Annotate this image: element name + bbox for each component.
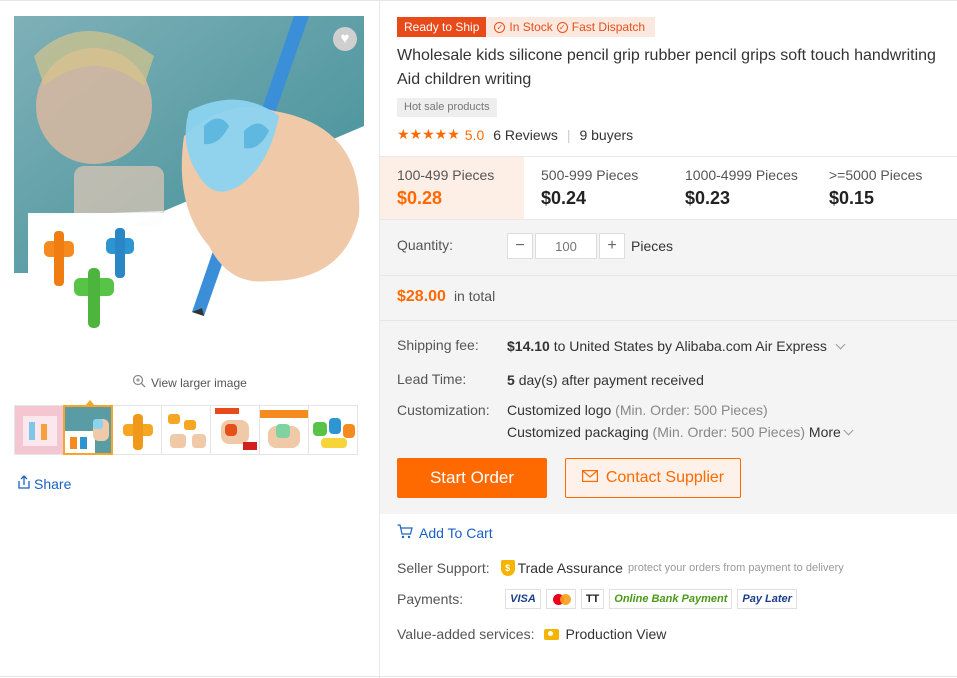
chevron-down-icon: [835, 339, 846, 350]
value-added-services-label: Value-added services:: [397, 626, 535, 642]
lead-time-days: 5: [507, 372, 515, 388]
reviews-link[interactable]: 6 Reviews: [493, 127, 558, 143]
share-icon: [16, 474, 32, 493]
mastercard-logo: [545, 589, 576, 609]
share-label: Share: [34, 475, 72, 492]
ready-to-ship-badge: Ready to Ship: [397, 17, 487, 37]
rating-row: ★★★★★ 5.0 6 Reviews | 9 buyers: [397, 126, 633, 143]
increase-quantity-button[interactable]: +: [599, 233, 625, 259]
main-product-image[interactable]: [14, 16, 364, 366]
rating-score: 5.0: [464, 126, 485, 143]
total-amount: $28.00: [397, 288, 446, 305]
production-view-eye-icon: [544, 628, 560, 640]
envelope-icon: [581, 469, 598, 487]
divider: [380, 275, 957, 276]
shipping-fee-label: Shipping fee:: [397, 337, 479, 353]
pay-later-logo: Pay Later: [737, 589, 797, 609]
thumbnail-4[interactable]: [161, 405, 211, 455]
seller-support-row: Seller Support: $ Trade Assurance protec…: [397, 560, 844, 576]
shipping-fee-amount: $14.10: [507, 338, 550, 354]
price-tier-3: 1000-4999 Pieces $0.23: [668, 157, 812, 219]
thumbnail-5[interactable]: [210, 405, 260, 455]
check-circle-icon: ✓: [556, 21, 568, 33]
favorite-heart-icon[interactable]: ♥: [333, 27, 357, 51]
thumbnail-2[interactable]: [63, 405, 113, 455]
online-bank-payment-logo: Online Bank Payment: [609, 589, 733, 609]
seller-support-label: Seller Support:: [397, 560, 490, 576]
decrease-quantity-button[interactable]: −: [507, 233, 533, 259]
more-label: More: [808, 424, 841, 440]
thumbnail-7[interactable]: [308, 405, 358, 455]
share-link[interactable]: Share: [16, 474, 71, 493]
buyers-count: 9 buyers: [579, 126, 634, 143]
visa-logo: VISA: [505, 589, 541, 609]
trade-assurance-label[interactable]: Trade Assurance: [518, 560, 623, 576]
trade-assurance-shield-icon: $: [500, 560, 515, 576]
divider: |: [566, 126, 571, 143]
contact-supplier-label: Contact Supplier: [605, 469, 725, 486]
tier-quantity: >=5000 Pieces: [829, 167, 923, 183]
product-badges: Ready to Ship ✓ In Stock ✓ Fast Dispatch: [397, 17, 656, 37]
view-larger-image-link[interactable]: View larger image: [132, 374, 247, 391]
start-order-button[interactable]: Start Order: [397, 458, 547, 498]
tier-price: $0.24: [541, 188, 587, 208]
more-link[interactable]: More: [808, 424, 854, 440]
tt-logo: TT: [580, 589, 605, 609]
value-added-services-row: Value-added services: Production View: [397, 626, 666, 642]
shipping-fee-value[interactable]: $14.10 to United States by Alibaba.com A…: [507, 338, 846, 354]
check-circle-icon: ✓: [494, 21, 506, 33]
lead-time-label: Lead Time:: [397, 371, 467, 387]
custom-logo-min-order: (Min. Order: 500 Pieces): [615, 402, 768, 418]
tier-price: $0.15: [829, 188, 875, 208]
price-tiers: 100-499 Pieces $0.28 500-999 Pieces $0.2…: [380, 156, 957, 220]
tier-quantity: 500-999 Pieces: [541, 167, 639, 183]
custom-logo-text: Customized logo: [507, 402, 612, 418]
trade-assurance-description: protect your orders from payment to deli…: [627, 562, 844, 574]
price-tier-2: 500-999 Pieces $0.24: [524, 157, 668, 219]
customization-packaging: Customized packaging (Min. Order: 500 Pi…: [507, 424, 854, 440]
tier-price: $0.28: [397, 188, 443, 208]
tier-price: $0.23: [685, 188, 731, 208]
fast-dispatch-label: Fast Dispatch: [571, 20, 646, 34]
customization-logo: Customized logo (Min. Order: 500 Pieces): [507, 402, 768, 418]
hot-sale-tag[interactable]: Hot sale products: [397, 98, 497, 117]
view-larger-label: View larger image: [151, 375, 247, 390]
payments-label: Payments:: [397, 591, 464, 607]
thumbnail-strip: [14, 405, 362, 457]
contact-supplier-button[interactable]: Contact Supplier: [565, 458, 741, 498]
payments-row: Payments: VISA TT Online Bank Payment Pa…: [397, 589, 802, 609]
lead-time-detail: day(s) after payment received: [518, 372, 704, 388]
order-total: $28.00 in total: [397, 288, 495, 306]
tier-quantity: 1000-4999 Pieces: [685, 167, 798, 183]
thumbnail-6[interactable]: [259, 405, 309, 455]
price-tier-1: 100-499 Pieces $0.28: [380, 157, 524, 219]
stock-dispatch-badge: ✓ In Stock ✓ Fast Dispatch: [486, 17, 656, 37]
zoom-icon: [132, 374, 146, 391]
quantity-label: Quantity:: [397, 237, 454, 253]
lead-time-value: 5 day(s) after payment received: [507, 372, 704, 388]
cart-icon: [397, 524, 413, 542]
shipping-fee-detail: to United States by Alibaba.com Air Expr…: [553, 338, 827, 354]
in-stock-label: In Stock: [509, 20, 553, 34]
price-tier-4: >=5000 Pieces $0.15: [812, 157, 956, 219]
total-label: in total: [453, 288, 496, 304]
tier-quantity: 100-499 Pieces: [397, 167, 495, 183]
thumbnail-3[interactable]: [112, 405, 162, 455]
thumbnail-1[interactable]: [14, 405, 64, 455]
star-rating-icons: ★★★★★: [397, 126, 460, 142]
chevron-down-icon: [843, 425, 854, 436]
add-to-cart-label: Add To Cart: [419, 525, 493, 541]
quantity-input[interactable]: [535, 233, 597, 259]
customization-label: Customization:: [397, 402, 490, 418]
production-view-link[interactable]: Production View: [565, 626, 666, 642]
quantity-stepper: − + Pieces: [507, 233, 673, 259]
custom-packaging-min-order: (Min. Order: 500 Pieces): [652, 424, 806, 440]
quantity-unit: Pieces: [631, 238, 674, 254]
divider: [380, 320, 957, 321]
custom-packaging-text: Customized packaging: [507, 424, 649, 440]
product-title: Wholesale kids silicone pencil grip rubb…: [397, 47, 936, 88]
add-to-cart-link[interactable]: Add To Cart: [397, 524, 493, 542]
